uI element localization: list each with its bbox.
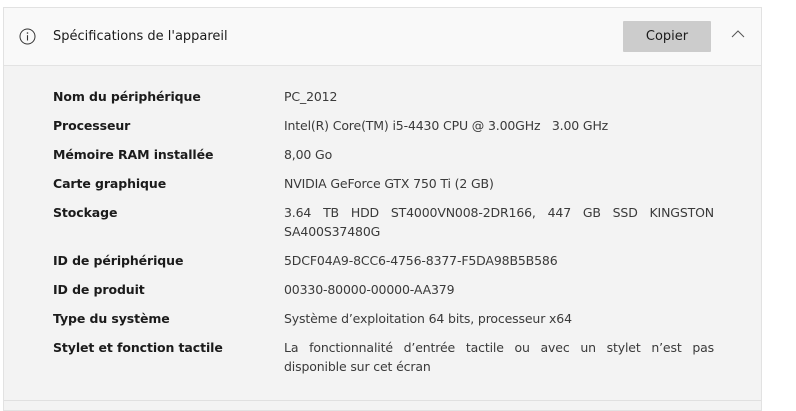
spec-value[interactable]: 00330-80000-00000-AA379 [284, 280, 714, 299]
divider [4, 400, 761, 401]
spec-label: Mémoire RAM installée [53, 147, 214, 162]
spec-label: Stylet et fonction tactile [53, 340, 223, 355]
card-header[interactable]: Spécifications de l'appareil Copier [4, 8, 761, 66]
spec-label: Processeur [53, 118, 131, 133]
spec-value[interactable]: Système d’exploitation 64 bits, processe… [284, 309, 714, 328]
spec-value[interactable]: PC_2012 [284, 87, 714, 106]
spec-value[interactable]: La fonctionnalité d’entrée tactile ou av… [284, 338, 714, 376]
section-title: Spécifications de l'appareil [53, 29, 228, 44]
spec-label: ID de périphérique [53, 253, 184, 268]
spec-value[interactable]: 8,00 Go [284, 145, 714, 164]
spec-value[interactable]: 3.64 TB HDD ST4000VN008-2DR166, 447 GB S… [284, 203, 714, 241]
spec-value[interactable]: Intel(R) Core(TM) i5-4430 CPU @ 3.00GHz … [284, 116, 714, 135]
spec-value[interactable]: 5DCF04A9-8CC6-4756-8377-F5DA98B5B586 [284, 251, 714, 270]
spec-label: Carte graphique [53, 176, 167, 191]
info-icon [19, 28, 36, 45]
spec-label: Nom du périphérique [53, 89, 201, 104]
spec-label: Type du système [53, 311, 170, 326]
device-specifications-card: Spécifications de l'appareil Copier Nom … [3, 7, 762, 411]
copy-button[interactable]: Copier [623, 21, 711, 52]
chevron-up-icon[interactable] [731, 29, 745, 38]
spec-label: Stockage [53, 205, 118, 220]
spec-value[interactable]: NVIDIA GeForce GTX 750 Ti (2 GB) [284, 174, 714, 193]
spec-label: ID de produit [53, 282, 145, 297]
